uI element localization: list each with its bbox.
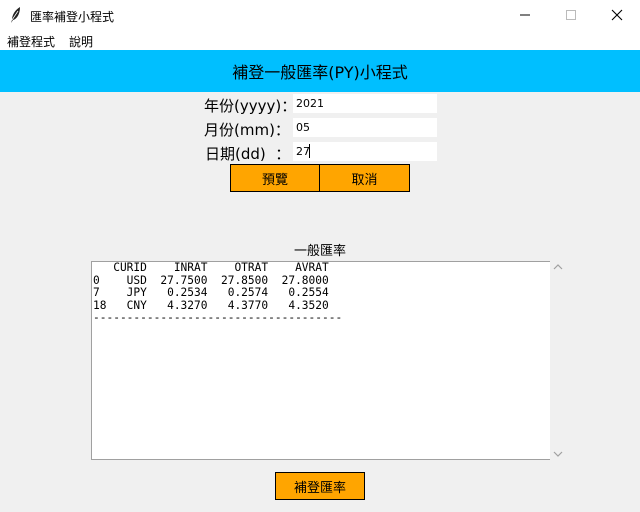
feather-icon bbox=[11, 7, 20, 23]
day-input[interactable] bbox=[293, 142, 437, 161]
menu-item-help[interactable]: 說明 bbox=[69, 33, 93, 50]
window-title: 匯率補登小程式 bbox=[30, 10, 115, 24]
close-icon bbox=[611, 9, 623, 21]
year-label: 年份(yyyy)： bbox=[204, 97, 297, 115]
banner-title: 補登一般匯率(PY)小程式 bbox=[232, 63, 408, 82]
day-label: 日期(dd) ： bbox=[205, 145, 291, 163]
month-input[interactable] bbox=[293, 118, 437, 137]
rates-scrollbar[interactable] bbox=[550, 261, 566, 460]
rates-text-area[interactable]: CURID INRAT OTRAT AVRAT 0 USD 27.7500 27… bbox=[91, 261, 550, 460]
maximize-icon bbox=[566, 10, 576, 20]
maximize-button[interactable] bbox=[548, 0, 594, 30]
rates-header-line: CURID INRAT OTRAT AVRAT bbox=[93, 261, 329, 274]
scroll-up-icon[interactable] bbox=[553, 263, 563, 271]
submit-rates-button[interactable]: 補登匯率 bbox=[275, 472, 365, 500]
preview-button[interactable]: 預覽 bbox=[230, 164, 320, 192]
scroll-down-icon[interactable] bbox=[553, 450, 563, 458]
rates-title: 一般匯率 bbox=[293, 244, 346, 259]
minimize-icon bbox=[520, 14, 530, 16]
title-bar: 匯率補登小程式 bbox=[0, 0, 640, 30]
year-input[interactable] bbox=[293, 94, 437, 113]
cancel-button[interactable]: 取消 bbox=[319, 164, 410, 192]
menu-bar: 補登程式 說明 bbox=[0, 30, 640, 50]
menu-item-program[interactable]: 補登程式 bbox=[7, 33, 55, 50]
minimize-button[interactable] bbox=[502, 0, 548, 30]
month-label: 月份(mm)： bbox=[204, 121, 290, 139]
close-button[interactable] bbox=[594, 0, 640, 30]
rates-separator: ------------------------------------- bbox=[93, 311, 343, 324]
header-banner: 補登一般匯率(PY)小程式 bbox=[0, 50, 640, 92]
rates-row-jpy: 7 JPY 0.2534 0.2574 0.2554 bbox=[93, 286, 329, 299]
text-cursor bbox=[309, 144, 310, 158]
